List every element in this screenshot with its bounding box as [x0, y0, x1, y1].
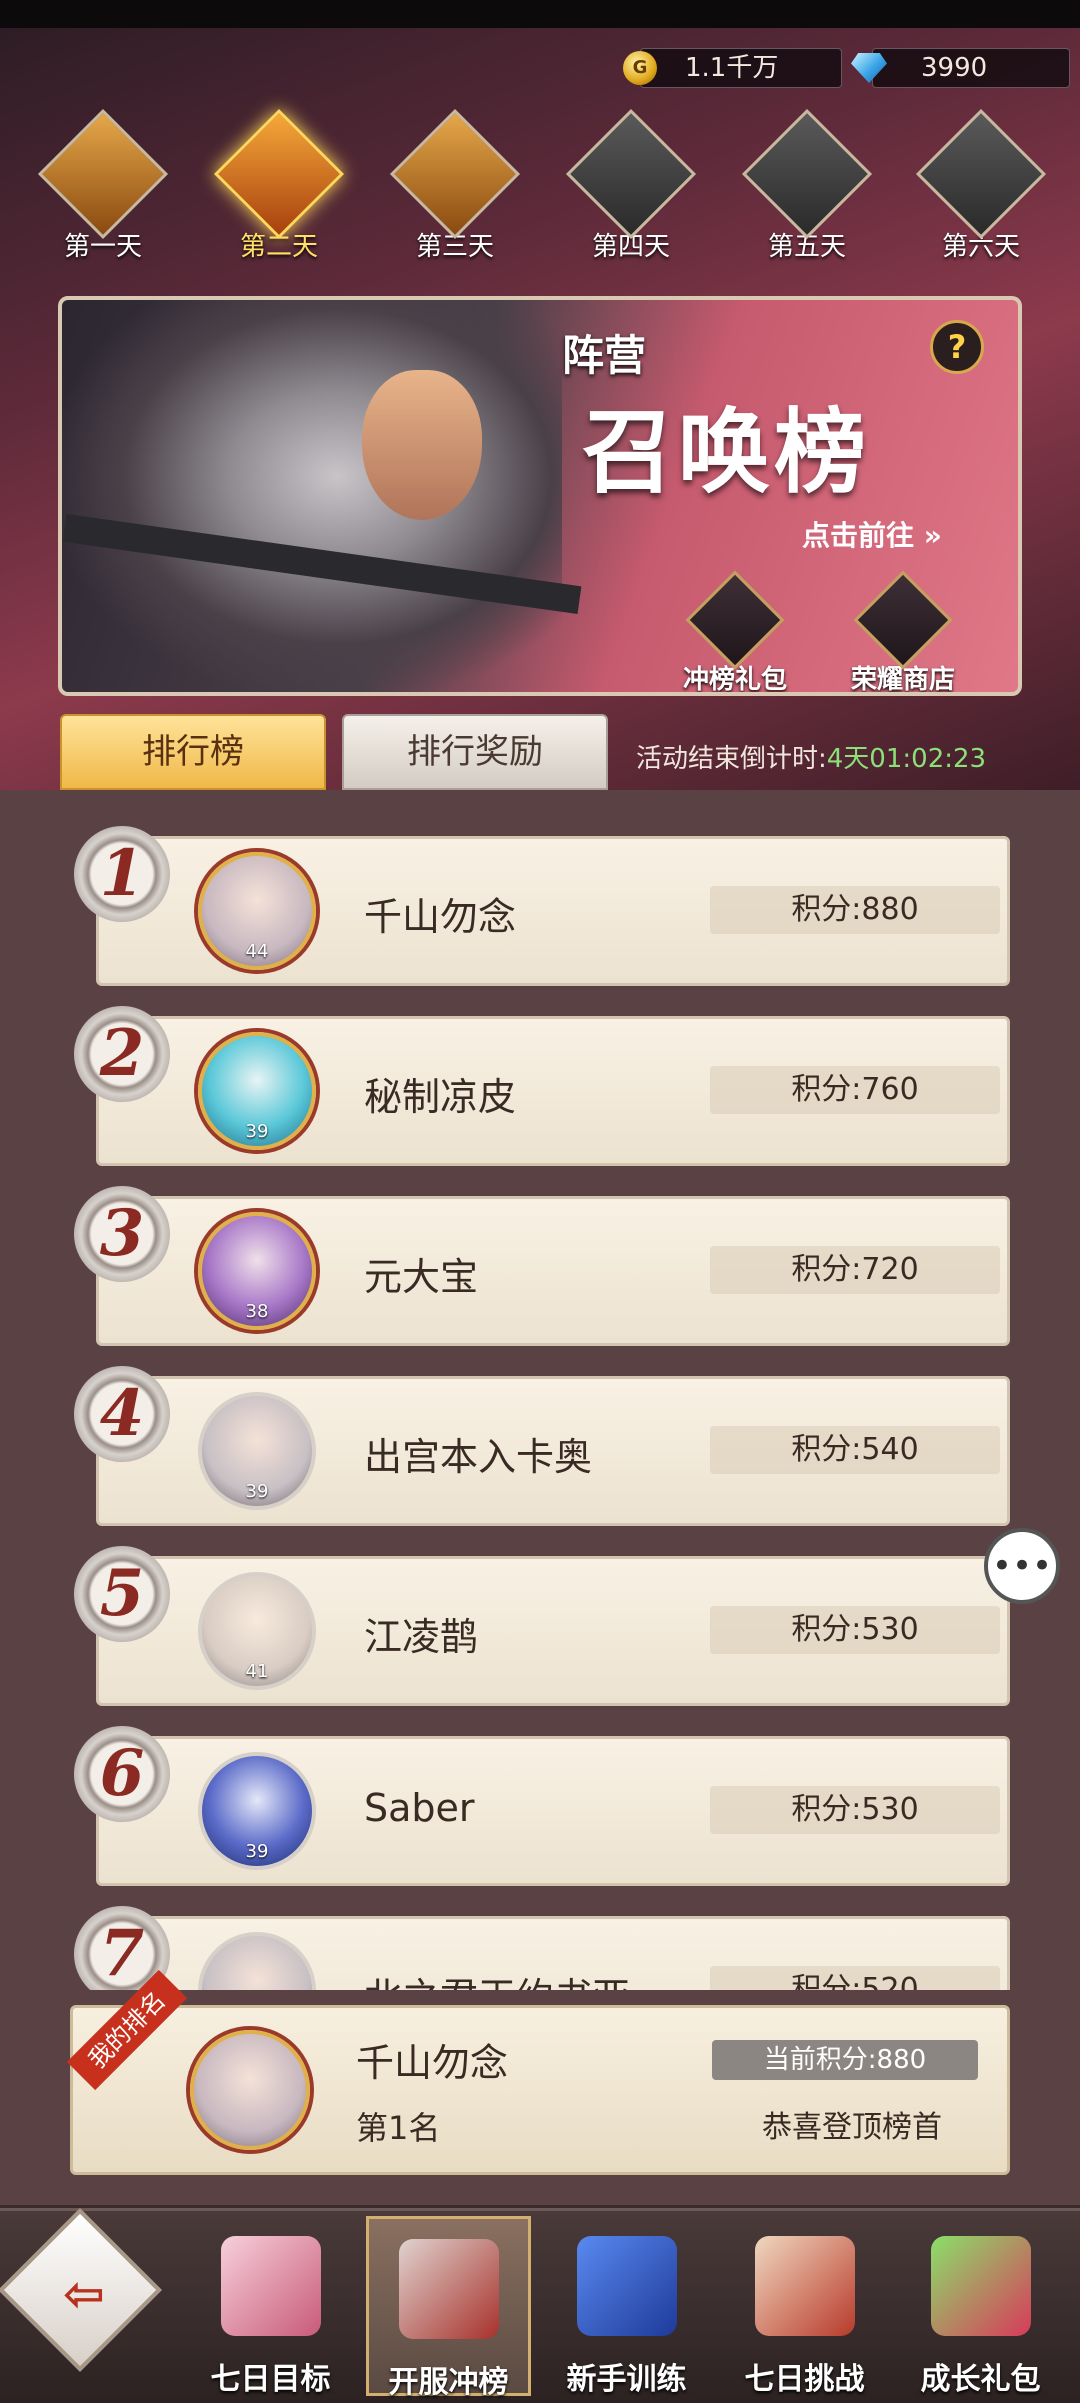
day-tab-2[interactable]: 第二天	[204, 108, 354, 280]
chat-icon: •••	[991, 1546, 1053, 1586]
rank-badge: 5	[74, 1546, 170, 1642]
day-tab-6[interactable]: 第六天	[906, 108, 1056, 280]
double-chevron-icon: »	[923, 519, 942, 552]
player-score: 积分:880	[710, 886, 1000, 934]
banner-subtitle: 阵营	[562, 331, 647, 380]
rank-gift-button[interactable]: 冲榜礼包	[660, 570, 810, 692]
my-place: 第1名	[356, 2109, 441, 2147]
go-label: 点击前往	[802, 519, 915, 552]
avatar-level: 39	[245, 1841, 269, 1862]
avatar[interactable]: 39	[198, 1392, 316, 1510]
countdown-value: 4天01:02:23	[826, 744, 987, 774]
rank-badge: 2	[74, 1006, 170, 1102]
tab-ranking-rewards[interactable]: 排行奖励	[342, 714, 608, 790]
avatar[interactable]: 39	[198, 1752, 316, 1870]
scroll-icon	[37, 108, 169, 240]
player-name: 出宫本入卡奥	[364, 1435, 593, 1479]
player-name: 千山勿念	[364, 895, 517, 939]
nav-label: 成长礼包	[920, 2362, 1041, 2397]
nav-label: 七日目标	[210, 2362, 331, 2397]
day-tab-5[interactable]: 第五天	[732, 108, 882, 280]
player-score: 积分:530	[710, 1606, 1000, 1654]
avatar[interactable]: 41	[198, 1572, 316, 1690]
rank-badge: 6	[74, 1726, 170, 1822]
avatar[interactable]: 38	[198, 1212, 316, 1330]
nav-growth-gift[interactable]: 成长礼包	[898, 2216, 1063, 2397]
nav-label: 新手训练	[566, 2362, 687, 2397]
player-score: 积分:530	[710, 1786, 1000, 1834]
status-bar	[0, 0, 1080, 28]
day-tab-3[interactable]: 第三天	[380, 108, 530, 280]
my-avatar[interactable]	[190, 2030, 310, 2150]
rune-stone-icon	[389, 108, 521, 240]
avatar[interactable]: 39	[198, 1032, 316, 1150]
scroll-seal-icon	[754, 2236, 855, 2336]
nav-label: 开服冲榜	[388, 2365, 509, 2400]
avatar-level: 38	[245, 1301, 269, 1322]
treasure-chest-icon	[930, 2236, 1031, 2336]
countdown-label: 活动结束倒计时:	[636, 744, 827, 774]
avatar[interactable]: 44	[198, 852, 316, 970]
go-link[interactable]: 点击前往 »	[802, 514, 942, 554]
avatar-level: 39	[245, 1481, 269, 1502]
gold-coin-icon: G	[623, 51, 657, 85]
player-score: 积分:520	[710, 1966, 1000, 1990]
congrats-message: 恭喜登顶榜首	[762, 2110, 942, 2145]
player-name: Saber	[364, 1786, 475, 1830]
nav-newbie-training[interactable]: 新手训练	[544, 2216, 709, 2397]
gem-display[interactable]: 3990	[851, 48, 1070, 88]
event-countdown: 活动结束倒计时:4天01:02:23	[636, 738, 986, 775]
locked-item-icon	[741, 108, 873, 240]
rank-badge: 1	[74, 826, 170, 922]
nav-seven-day-challenge[interactable]: 七日挑战	[722, 2216, 887, 2397]
gem-amount: 3990	[921, 53, 988, 83]
crystal-icon	[213, 108, 345, 240]
player-name: 北之君王约书亚	[364, 1966, 630, 1990]
nav-label: 七日挑战	[744, 2362, 865, 2397]
my-score: 当前积分:880	[712, 2040, 978, 2080]
day-tab-4[interactable]: 第四天	[556, 108, 706, 280]
shopping-cart-icon	[853, 570, 953, 670]
day-tab-1[interactable]: 第一天	[28, 108, 178, 280]
honor-shop-button[interactable]: 荣耀商店	[828, 570, 978, 692]
banner-flag-icon	[398, 2239, 499, 2339]
my-name: 千山勿念	[356, 2041, 509, 2085]
summon-ranking-banner[interactable]: 阵营 召唤榜 点击前往 » ? 冲榜礼包 荣耀商店	[58, 296, 1022, 696]
player-score: 积分:540	[710, 1426, 1000, 1474]
gift-box-icon	[685, 570, 785, 670]
avatar-level: 41	[245, 1661, 269, 1682]
hero-face	[362, 370, 482, 520]
nav-opening-rankings[interactable]: 开服冲榜	[366, 2216, 531, 2400]
avatar-level: 39	[245, 1121, 269, 1142]
rank-badge: 3	[74, 1186, 170, 1282]
player-name: 元大宝	[364, 1255, 479, 1299]
gift-icon	[220, 2236, 321, 2336]
exit-arrow-icon: ⇦	[63, 2265, 105, 2323]
tab-ranking[interactable]: 排行榜	[60, 714, 326, 790]
hero-illustration	[62, 300, 562, 692]
avatar-level: 44	[245, 941, 269, 962]
player-score: 积分:720	[710, 1246, 1000, 1294]
banner-title: 召唤榜	[582, 399, 871, 506]
gold-display[interactable]: G 1.1千万	[623, 48, 842, 88]
player-score: 积分:760	[710, 1066, 1000, 1114]
training-scroll-icon	[576, 2236, 677, 2336]
help-button[interactable]: ?	[930, 320, 984, 374]
puzzle-piece-icon	[915, 108, 1047, 240]
gold-amount: 1.1千万	[685, 53, 779, 83]
nav-seven-day-goals[interactable]: 七日目标	[188, 2216, 353, 2397]
player-name: 秘制凉皮	[364, 1075, 517, 1119]
chat-bubble-button[interactable]: •••	[984, 1528, 1060, 1604]
rank-badge: 4	[74, 1366, 170, 1462]
locked-item-icon	[565, 108, 697, 240]
player-name: 江凌鹊	[364, 1615, 479, 1659]
